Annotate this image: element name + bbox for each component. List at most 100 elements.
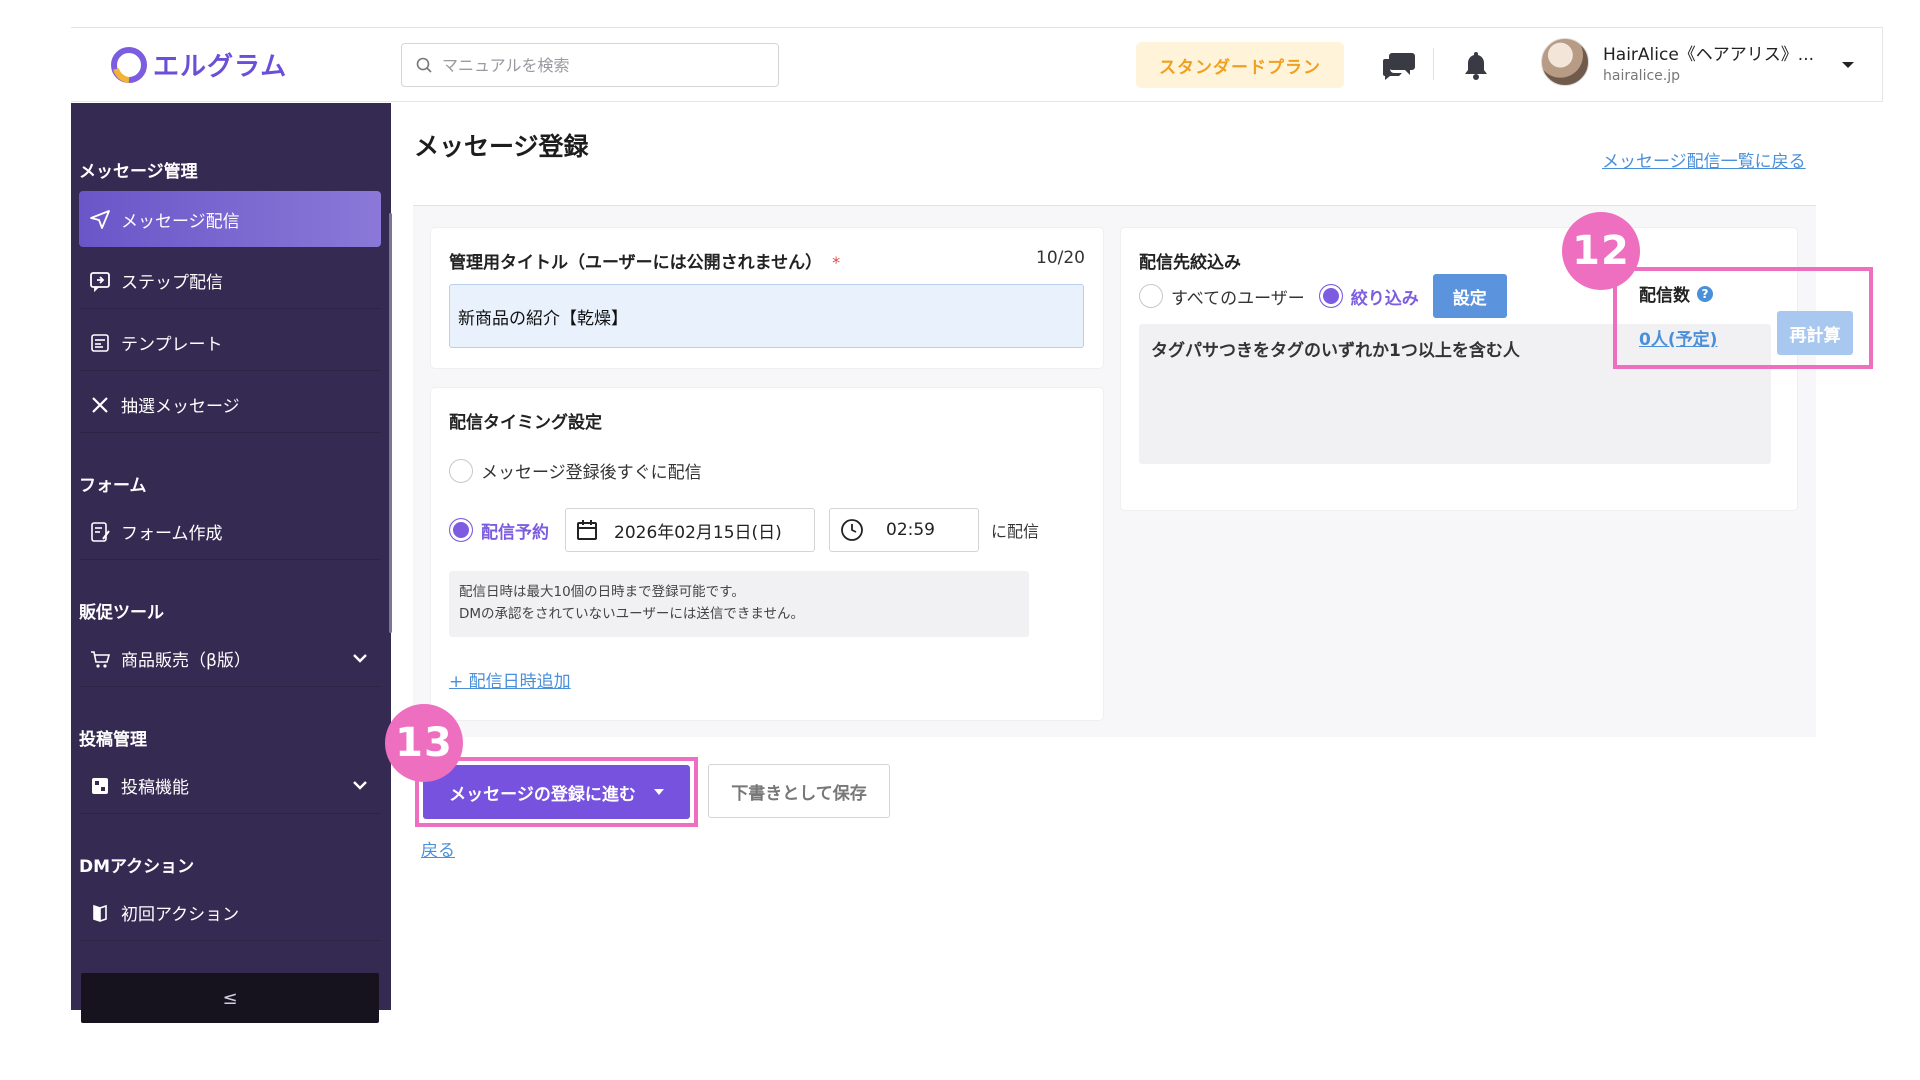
sidebar-item-label: 投稿機能 [121,778,189,798]
option-scheduled-label: 配信予約 [481,522,549,543]
sidebar-item-first-action[interactable]: 初回アクション [79,885,381,941]
date-picker[interactable]: 2026年02月15日(日) [565,508,815,552]
top-header: エルグラム スタンダードプラン HairAl [71,28,1883,102]
count-label-row: 配信数 ? [1639,281,1714,306]
sidebar-item-label: テンプレート [121,335,223,355]
chevron-down-icon[interactable] [351,776,369,794]
submit-label: メッセージの登録に進む [449,784,636,805]
filter-label: 配信先絞込み [1139,253,1241,273]
template-icon [91,333,109,352]
timing-card: 配信タイミング設定 メッセージ登録後すぐに配信 配信予約 2026年02月15日… [431,388,1103,720]
avatar [1541,38,1589,86]
chat-icon[interactable] [1382,48,1416,82]
back-link[interactable]: 戻る [421,836,455,861]
sidebar-item-step-delivery[interactable]: ステップ配信 [79,253,381,309]
title-card: 管理用タイトル（ユーザーには公開されません） * 10/20 [431,228,1103,368]
logo-text: エルグラム [153,52,288,82]
title-char-counter: 10/20 [1036,248,1085,268]
sidebar-item-label: 商品販売（β版） [121,651,251,671]
time-value: 02:59 [886,520,935,540]
save-draft-button[interactable]: 下書きとして保存 [708,764,890,818]
delivery-suffix: に配信 [991,522,1040,541]
page-title: メッセージ登録 [414,132,589,161]
sidebar-collapse-button[interactable]: ≤ [81,973,379,1023]
search-icon [416,57,432,73]
submit-message-button[interactable]: メッセージの登録に進む [423,765,690,819]
bell-icon[interactable] [1459,48,1493,82]
back-to-list-link[interactable]: メッセージ配信一覧に戻る [1602,147,1806,172]
calendar-icon [577,520,597,540]
sidebar-item-lottery-message[interactable]: 抽選メッセージ [79,377,381,433]
schedule-note: 配信日時は最大10個の日時まで登録可能です。 DMの承認をされていないユーザーに… [449,571,1029,637]
user-name: HairAlice《ヘアアリス》... [1603,45,1815,65]
option-immediate[interactable]: メッセージ登録後すぐに配信 [449,458,702,483]
post-icon [92,777,108,794]
sidebar-section-dm-action: DMアクション [79,857,195,877]
app-logo[interactable]: エルグラム [111,46,287,83]
app-window: エルグラム スタンダードプラン HairAl [71,27,1883,1023]
title-input[interactable] [449,284,1084,348]
sidebar-item-product-sales[interactable]: 商品販売（β版） [79,631,381,687]
title-field-label: 管理用タイトル（ユーザーには公開されません） [449,253,823,273]
annotation-badge-13: 13 [385,704,463,782]
radio-immediate[interactable] [449,458,473,483]
sidebar-item-message-delivery[interactable]: メッセージ配信 [79,191,381,247]
cross-icon [92,396,108,413]
logo-mark-icon [111,46,147,83]
clock-icon [841,519,863,541]
sidebar-item-label: 抽選メッセージ [121,397,240,417]
user-menu[interactable]: HairAlice《ヘアアリス》... hairalice.jp [1541,38,1814,86]
manual-search[interactable] [401,43,779,87]
filter-options: すべてのユーザー 絞り込み 設定 [1139,274,1507,318]
cart-icon [91,650,111,668]
sidebar-item-label: ステップ配信 [121,273,223,293]
timing-label: 配信タイミング設定 [449,413,602,433]
required-mark: * [832,253,841,272]
sidebar-item-label: 初回アクション [121,905,240,925]
option-all-users-label: すべてのユーザー [1171,288,1305,309]
date-value: 2026年02月15日(日) [614,522,782,543]
recalculate-button[interactable]: 再計算 [1777,311,1853,355]
help-icon[interactable]: ? [1696,285,1714,303]
sidebar-item-label: フォーム作成 [121,524,223,544]
radio-all-users[interactable] [1139,284,1163,308]
count-label: 配信数 [1639,286,1690,306]
time-picker[interactable]: 02:59 [829,508,979,552]
header-divider [1433,48,1434,80]
sidebar-section-form: フォーム [79,476,147,496]
search-input[interactable] [442,55,742,75]
option-immediate-label: メッセージ登録後すぐに配信 [481,463,702,483]
plan-badge[interactable]: スタンダードプラン [1136,42,1344,88]
sidebar: メッセージ管理 メッセージ配信 ステップ配信 テンプレート 抽選メッセージ フォ… [71,103,392,1023]
caret-down-icon [653,789,664,795]
radio-scheduled[interactable] [449,518,473,542]
note-line: DMの承認をされていないユーザーには送信できません。 [459,606,804,622]
submit-highlight: メッセージの登録に進む [415,757,698,827]
note-line: 配信日時は最大10個の日時まで登録可能です。 [459,584,745,600]
radio-filter[interactable] [1318,284,1343,308]
annotation-badge-12: 12 [1562,212,1640,290]
sidebar-item-form-create[interactable]: フォーム作成 [79,504,381,560]
chevron-down-icon[interactable] [351,649,369,667]
sidebar-section-sales: 販促ツール [79,603,164,623]
option-scheduled-row: 配信予約 2026年02月15日(日) 02:59 に配信 [449,508,1039,552]
sidebar-item-label: メッセージ配信 [121,211,240,232]
chevron-down-icon[interactable] [1841,60,1855,70]
sidebar-section-post: 投稿管理 [79,730,147,750]
delivery-count-value[interactable]: 0人(予定) [1639,325,1717,350]
main-content: メッセージ登録 メッセージ配信一覧に戻る 管理用タイトル（ユーザーには公開されま… [385,103,1883,1010]
form-icon [91,521,110,542]
sidebar-item-post-feature[interactable]: 投稿機能 [79,758,381,814]
option-filter-label: 絞り込み [1350,288,1419,309]
add-datetime-link[interactable]: + 配信日時追加 [449,667,571,692]
svg-text:?: ? [1702,287,1709,301]
sidebar-section-message: メッセージ管理 [79,162,198,182]
sidebar-item-template[interactable]: テンプレート [79,315,381,371]
action-icon [93,904,107,922]
step-icon [90,271,110,292]
send-icon [90,210,110,229]
delivery-count-panel: 配信数 ? 0人(予定) 再計算 [1613,267,1873,369]
user-domain: hairalice.jp [1603,68,1680,84]
filter-set-button[interactable]: 設定 [1432,274,1507,318]
collapse-icon: ≤ [222,987,238,1009]
